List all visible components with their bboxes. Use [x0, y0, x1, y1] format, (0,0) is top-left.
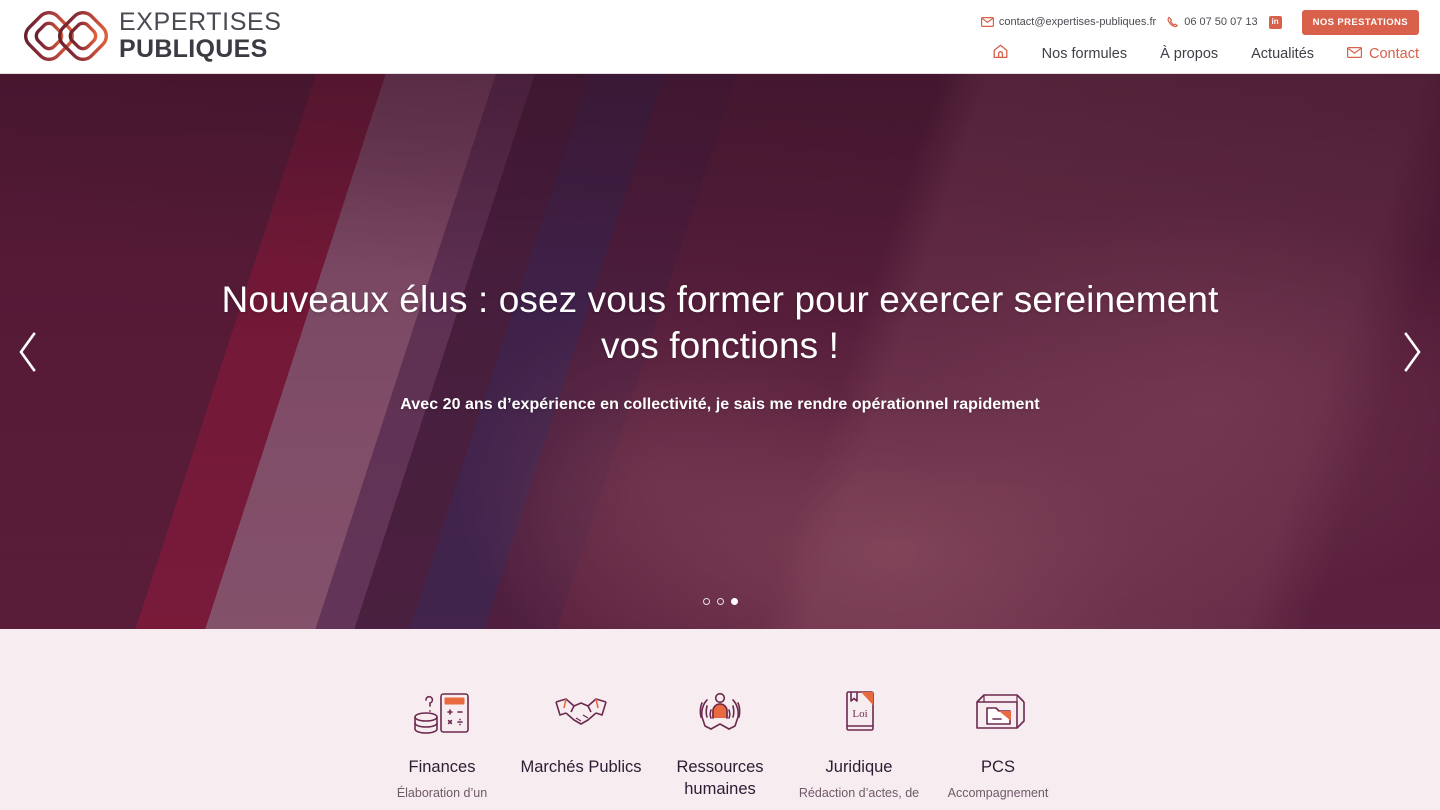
nav-item-a-propos[interactable]: À propos — [1160, 46, 1218, 62]
contact-email-link[interactable]: contact@expertises-publiques.fr — [980, 16, 1157, 28]
service-item-pcs[interactable]: PCS Accompagnement — [929, 683, 1068, 802]
handshake-icon — [550, 683, 612, 745]
nav-item-nos-formules[interactable]: Nos formules — [1042, 46, 1127, 62]
hero-content: Nouveaux élus : osez vous former pour ex… — [0, 277, 1440, 417]
services-row: Finances Élaboration d’un Marchés Public… — [0, 629, 1440, 807]
phone-icon — [1167, 16, 1179, 28]
chevron-left-icon — [19, 331, 36, 372]
nav-item-contact-label: Contact — [1369, 45, 1419, 62]
service-item-finances[interactable]: Finances Élaboration d’un — [373, 683, 512, 802]
archive-box-icon — [967, 683, 1029, 745]
service-desc-pcs: Accompagnement — [947, 785, 1049, 800]
service-label-juridique: Juridique — [825, 758, 893, 776]
carousel-dot-1[interactable] — [702, 598, 710, 605]
hero-subtitle: Avec 20 ans d’expérience en collectivité… — [400, 395, 1040, 413]
carousel-dots — [0, 598, 1440, 605]
nav-item-contact[interactable]: Contact — [1347, 46, 1419, 62]
service-label-finances: Finances — [408, 758, 476, 776]
nos-prestations-button[interactable]: NOS PRESTATIONS — [1301, 9, 1419, 35]
interlocking-squares-logo-icon — [24, 11, 108, 61]
service-item-marches-publics[interactable]: Marchés Publics — [512, 683, 651, 785]
top-contact-bar: contact@expertises-publiques.fr 06 07 50… — [980, 9, 1419, 35]
service-label-pcs: PCS — [981, 758, 1015, 776]
service-desc-finances: Élaboration d’un — [396, 785, 488, 800]
contact-email-text: contact@expertises-publiques.fr — [998, 16, 1157, 28]
carousel-prev-button[interactable] — [6, 323, 50, 381]
svg-text:Loi: Loi — [852, 708, 867, 720]
hero-carousel: Nouveaux élus : osez vous former pour ex… — [0, 74, 1440, 629]
service-label-marches-publics: Marchés Publics — [520, 758, 642, 776]
law-book-icon: Loi — [828, 683, 890, 745]
contact-phone-link[interactable]: 06 07 50 07 13 — [1167, 16, 1258, 28]
envelope-icon — [980, 17, 994, 27]
envelope-icon — [1347, 46, 1363, 62]
logo-line-2: PUBLIQUES — [119, 35, 268, 63]
nav-item-home[interactable] — [992, 43, 1009, 64]
main-navigation: Nos formules À propos Actualités Contact — [992, 43, 1419, 64]
service-desc-juridique: Rédaction d’actes, de — [798, 785, 920, 800]
carousel-dot-3[interactable] — [730, 598, 738, 605]
service-item-ressources-humaines[interactable]: Ressources humaines — [651, 683, 790, 807]
hero-title: Nouveaux élus : osez vous former pour ex… — [221, 279, 1219, 366]
calculator-coins-icon — [411, 683, 473, 745]
service-label-ressources-humaines: Ressources humaines — [676, 758, 764, 798]
contact-phone-text: 06 07 50 07 13 — [1184, 16, 1258, 28]
home-icon — [992, 43, 1009, 64]
service-item-juridique[interactable]: Loi Juridique Rédaction d’actes, de — [790, 683, 929, 802]
carousel-next-button[interactable] — [1390, 323, 1434, 381]
chevron-right-icon — [1404, 331, 1421, 372]
linkedin-icon[interactable]: in — [1268, 15, 1282, 29]
logo[interactable]: EXPERTISES PUBLIQUES — [0, 0, 282, 62]
hands-person-icon — [689, 683, 751, 745]
nav-item-actualites[interactable]: Actualités — [1251, 46, 1314, 62]
services-section: Finances Élaboration d’un Marchés Public… — [0, 629, 1440, 810]
carousel-dot-2[interactable] — [716, 598, 724, 605]
logo-line-1: EXPERTISES — [119, 8, 282, 36]
header-right: contact@expertises-publiques.fr 06 07 50… — [980, 0, 1440, 64]
site-header: EXPERTISES PUBLIQUES contact@expertises-… — [0, 0, 1440, 74]
linkedin-label: in — [1271, 17, 1279, 26]
